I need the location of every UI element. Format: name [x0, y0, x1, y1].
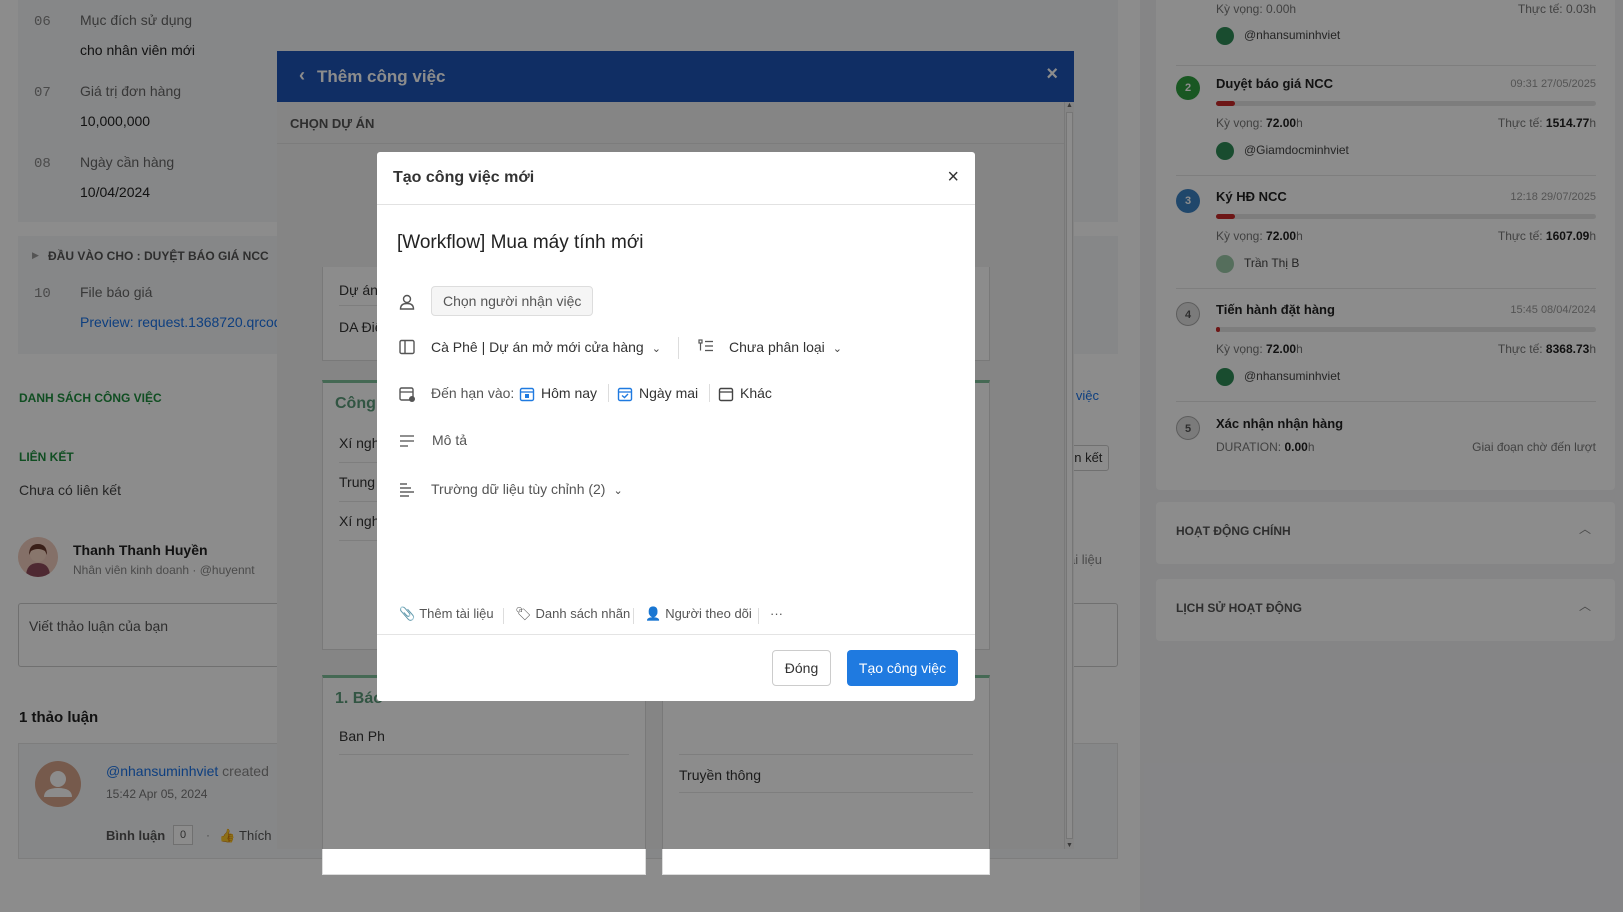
- divider: [633, 608, 634, 624]
- calendar-today-icon: [519, 387, 535, 402]
- tag-icon: 🏷: [515, 606, 532, 621]
- create-task-dialog: Tạo công việc mới × [Workflow] Mua máy t…: [377, 152, 975, 701]
- divider: [758, 608, 759, 624]
- sidebar-panel-icon: [399, 339, 415, 355]
- paperclip-icon: 📎: [399, 606, 416, 621]
- divider: [709, 384, 710, 402]
- divider: [608, 384, 609, 402]
- create-task-title: Tạo công việc mới: [393, 169, 535, 186]
- followers-button[interactable]: 👤 Người theo dõi: [645, 606, 752, 622]
- description-input[interactable]: Mô tả: [432, 432, 467, 448]
- create-task-button[interactable]: Tạo công việc: [847, 650, 958, 686]
- due-other-option[interactable]: Khác: [740, 385, 772, 401]
- due-label: Đến hạn vào:: [431, 385, 515, 401]
- chevron-down-icon: ⌄: [832, 343, 842, 355]
- calendar-check-icon: [399, 387, 415, 402]
- create-task-header: Tạo công việc mới ×: [377, 152, 975, 205]
- project-selector[interactable]: Cà Phê | Dự án mở mới cửa hàng ⌄: [431, 339, 661, 355]
- divider: [503, 608, 504, 624]
- chevron-down-icon: ⌄: [651, 343, 661, 355]
- close-button[interactable]: Đóng: [772, 650, 831, 686]
- custom-fields-icon: [400, 483, 414, 497]
- chevron-down-icon: ⌄: [613, 485, 623, 497]
- text-lines-icon: [400, 435, 414, 447]
- user-plus-icon: 👤: [645, 606, 662, 621]
- footer-divider: [377, 634, 975, 635]
- category-selector[interactable]: Chưa phân loại ⌄: [729, 339, 842, 355]
- list-tree-icon: [698, 339, 713, 352]
- more-options-button[interactable]: ···: [770, 606, 783, 621]
- assignee-selector[interactable]: Chọn người nhận việc: [431, 286, 594, 316]
- due-today-option[interactable]: Hôm nay: [541, 385, 597, 401]
- custom-fields-toggle[interactable]: Trường dữ liệu tùy chỉnh (2) ⌄: [431, 481, 623, 497]
- divider: [678, 337, 679, 359]
- attach-file-button[interactable]: 📎 Thêm tài liệu: [399, 606, 494, 622]
- calendar-tomorrow-icon: [617, 387, 633, 402]
- task-name-input[interactable]: [Workflow] Mua máy tính mới: [397, 232, 644, 254]
- user-icon: [399, 294, 415, 310]
- due-tomorrow-option[interactable]: Ngày mai: [639, 385, 698, 401]
- close-icon[interactable]: ×: [947, 166, 959, 189]
- labels-button[interactable]: 🏷 Danh sách nhãn: [515, 606, 630, 622]
- calendar-icon: [718, 387, 734, 402]
